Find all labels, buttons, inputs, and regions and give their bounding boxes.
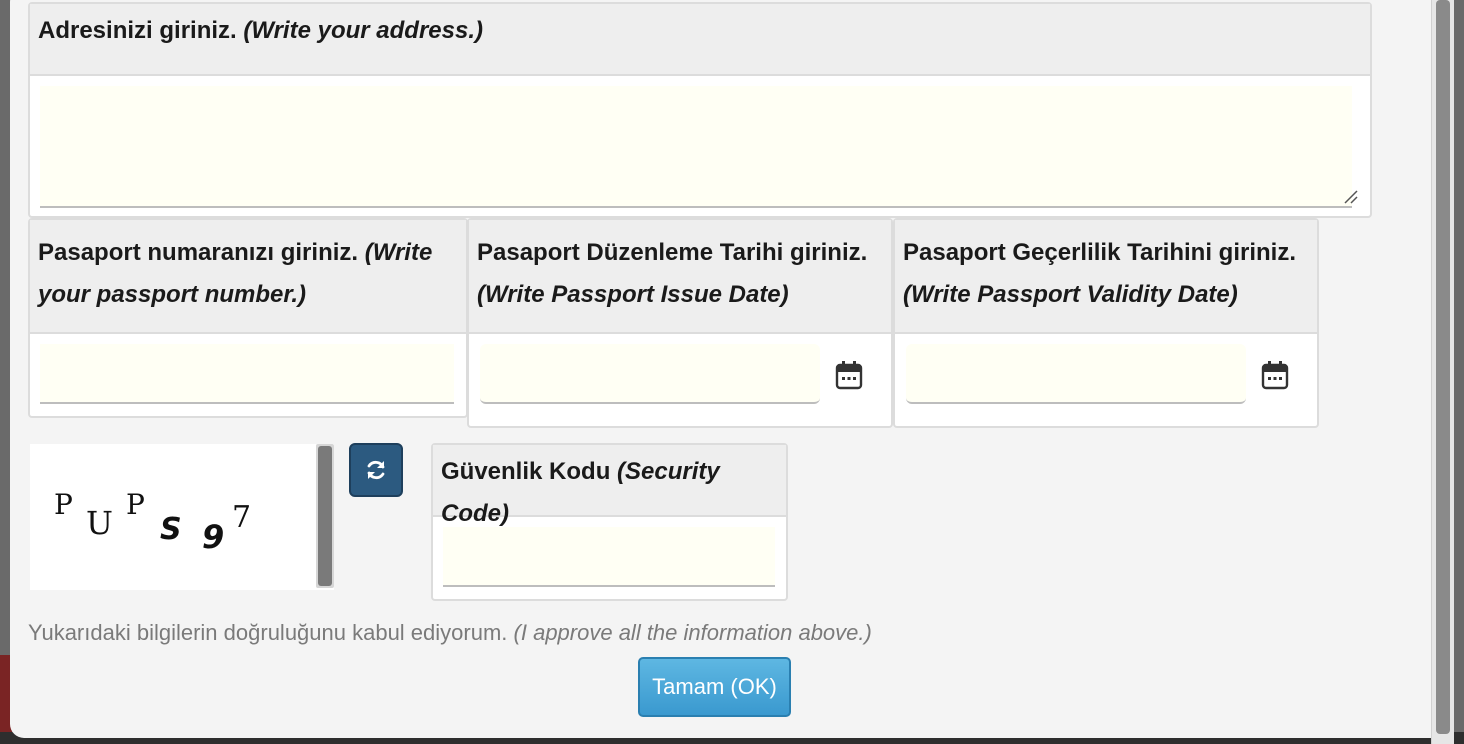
passport-number-panel: Pasaport numaranızı giriniz. (Write your… — [28, 218, 468, 418]
approve-text: Yukarıdaki bilgilerin doğruluğunu kabul … — [28, 620, 872, 646]
calendar-icon[interactable] — [1261, 360, 1289, 390]
issue-date-panel: Pasaport Düzenleme Tarihi giriniz. (Writ… — [467, 218, 893, 428]
captcha-image: P U P S 9 7 — [30, 444, 334, 590]
approve-text-tr: Yukarıdaki bilgilerin doğruluğunu kabul … — [28, 620, 508, 645]
address-textarea[interactable] — [40, 86, 1352, 208]
issue-date-label: Pasaport Düzenleme Tarihi giriniz. (Writ… — [469, 220, 891, 334]
captcha-char: S — [160, 512, 182, 547]
passport-number-input[interactable] — [40, 344, 454, 404]
passport-number-label: Pasaport numaranızı giriniz. (Write your… — [30, 220, 466, 334]
validity-date-input[interactable] — [906, 344, 1246, 404]
captcha-char: P — [126, 488, 145, 521]
validity-date-label-en: (Write Passport Validity Date) — [903, 281, 1238, 308]
issue-date-input[interactable] — [480, 344, 820, 404]
passport-number-label-tr: Pasaport numaranızı giriniz. — [38, 239, 359, 266]
address-label-tr: Adresinizi giriniz. — [38, 17, 237, 44]
modal-scrollbar[interactable] — [1431, 0, 1454, 744]
issue-date-label-en: (Write Passport Issue Date) — [477, 281, 789, 308]
security-code-panel: Güvenlik Kodu (Security Code) — [431, 443, 788, 601]
validity-date-label: Pasaport Geçerlilik Tarihini giriniz. (W… — [895, 220, 1317, 334]
security-code-input[interactable] — [443, 527, 775, 587]
address-panel: Adresinizi giriniz. (Write your address.… — [28, 2, 1372, 218]
security-code-label: Güvenlik Kodu (Security Code) — [433, 445, 786, 527]
captcha-scrollbar-thumb[interactable] — [318, 446, 332, 586]
ok-button-label: Tamam (OK) — [652, 674, 777, 699]
captcha-char: 7 — [232, 500, 252, 535]
refresh-captcha-button[interactable] — [349, 443, 403, 497]
modal-scrollbar-thumb[interactable] — [1436, 0, 1450, 734]
ok-button[interactable]: Tamam (OK) — [638, 657, 791, 717]
address-label: Adresinizi giriniz. (Write your address.… — [30, 4, 1370, 76]
validity-date-label-tr: Pasaport Geçerlilik Tarihini giriniz. — [903, 239, 1296, 266]
captcha-char: U — [86, 504, 113, 542]
captcha-scrollbar[interactable] — [316, 444, 334, 588]
security-code-label-tr: Güvenlik Kodu — [441, 458, 611, 485]
address-label-en: (Write your address.) — [243, 17, 483, 44]
captcha-char: 9 — [202, 518, 225, 556]
issue-date-label-tr: Pasaport Düzenleme Tarihi giriniz. — [477, 239, 868, 266]
calendar-icon[interactable] — [835, 360, 863, 390]
resize-handle-icon[interactable] — [1342, 188, 1358, 204]
approve-text-en: (I approve all the information above.) — [513, 620, 872, 645]
refresh-icon — [367, 460, 385, 480]
captcha-char: P — [54, 488, 73, 521]
validity-date-panel: Pasaport Geçerlilik Tarihini giriniz. (W… — [893, 218, 1319, 428]
